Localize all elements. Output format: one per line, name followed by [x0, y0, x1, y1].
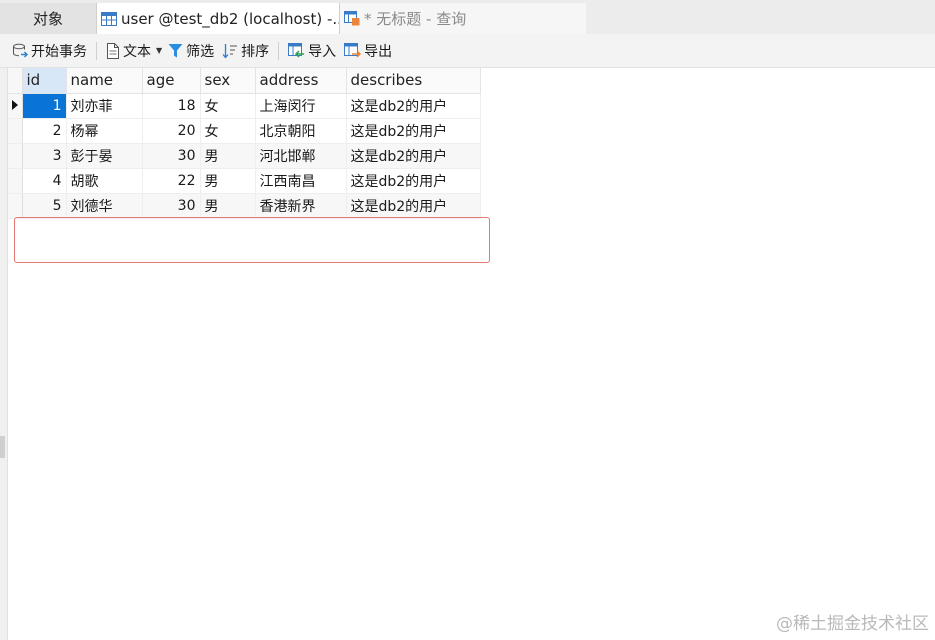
cell-name[interactable]: 彭于晏 [66, 143, 143, 169]
cell-sex[interactable]: 男 [200, 143, 256, 169]
sort-icon [222, 43, 238, 59]
tab-query[interactable]: * 无标题 - 查询 [340, 3, 586, 34]
filter-label: 筛选 [186, 43, 215, 60]
column-header-age[interactable]: age [142, 68, 201, 94]
table-row[interactable]: 5 刘德华 30 男 香港新界 这是db2的用户 [8, 193, 481, 219]
cell-name[interactable]: 胡歌 [66, 168, 143, 194]
table-row[interactable]: 3 彭于晏 30 男 河北邯郸 这是db2的用户 [8, 143, 481, 169]
cell-describes[interactable]: 这是db2的用户 [346, 118, 481, 144]
cell-address[interactable]: 江西南昌 [255, 168, 347, 194]
cell-address[interactable]: 香港新界 [255, 193, 347, 219]
cell-age[interactable]: 30 [142, 193, 201, 219]
toolbar-divider [278, 41, 280, 60]
cell-age[interactable]: 22 [142, 168, 201, 194]
data-grid: id name age sex address describes 1 刘亦菲 … [8, 68, 481, 219]
watermark-text: @稀土掘金技术社区 [776, 614, 929, 634]
tab-query-label: * 无标题 - 查询 [364, 10, 467, 28]
cell-name[interactable]: 刘德华 [66, 193, 143, 219]
row-indicator[interactable] [8, 168, 23, 194]
cell-id[interactable]: 5 [22, 193, 67, 219]
table-row[interactable]: 1 刘亦菲 18 女 上海闵行 这是db2的用户 [8, 93, 481, 119]
toolbar: 开始事务 文本 ▼ 筛选 排序 导入 导出 [0, 34, 935, 68]
column-header-id[interactable]: id [22, 68, 67, 94]
cell-id[interactable]: 3 [22, 143, 67, 169]
text-button[interactable]: 文本 ▼ [106, 38, 162, 64]
cell-age[interactable]: 18 [142, 93, 201, 119]
tab-table-user[interactable]: user @test_db2 (localhost) -... [96, 3, 340, 34]
begin-transaction-button[interactable]: 开始事务 [12, 38, 87, 64]
cell-sex[interactable]: 男 [200, 168, 256, 194]
cell-address[interactable]: 上海闵行 [255, 93, 347, 119]
text-label: 文本 [123, 43, 151, 60]
tab-objects[interactable]: 对象 [0, 3, 96, 34]
cell-name[interactable]: 刘亦菲 [66, 93, 143, 119]
panel-resize-handle[interactable] [0, 436, 5, 458]
document-icon [106, 42, 120, 59]
toolbar-divider [96, 41, 97, 60]
cell-id[interactable]: 4 [22, 168, 67, 194]
row-indicator[interactable] [8, 143, 23, 169]
row-indicator[interactable] [8, 118, 23, 144]
tab-table-label: user @test_db2 (localhost) -... [121, 9, 340, 28]
cell-describes[interactable]: 这是db2的用户 [346, 193, 481, 219]
query-icon [344, 11, 360, 26]
export-icon [344, 42, 362, 59]
export-label: 导出 [364, 43, 393, 60]
filter-icon [168, 43, 183, 59]
filter-button[interactable]: 筛选 [168, 38, 214, 64]
row-indicator-header [8, 68, 23, 94]
export-button[interactable]: 导出 [344, 38, 392, 64]
sort-label: 排序 [241, 43, 270, 60]
column-header-name[interactable]: name [66, 68, 143, 94]
cell-age[interactable]: 20 [142, 118, 201, 144]
left-gutter [0, 68, 8, 640]
table-row[interactable]: 4 胡歌 22 男 江西南昌 这是db2的用户 [8, 168, 481, 194]
chevron-down-icon: ▼ [156, 46, 163, 55]
current-row-arrow-icon [12, 99, 18, 110]
cell-describes[interactable]: 这是db2的用户 [346, 93, 481, 119]
cell-describes[interactable]: 这是db2的用户 [346, 168, 481, 194]
cell-id[interactable]: 2 [22, 118, 67, 144]
import-button[interactable]: 导入 [288, 38, 336, 64]
cell-age[interactable]: 30 [142, 143, 201, 169]
table-icon [101, 11, 117, 26]
cell-sex[interactable]: 女 [200, 118, 256, 144]
cell-address[interactable]: 河北邯郸 [255, 143, 347, 169]
row-indicator[interactable] [8, 193, 23, 219]
column-header-sex[interactable]: sex [200, 68, 256, 94]
data-grid-area: id name age sex address describes 1 刘亦菲 … [0, 68, 935, 640]
import-icon [288, 42, 305, 59]
cell-describes[interactable]: 这是db2的用户 [346, 143, 481, 169]
row-indicator[interactable] [8, 93, 23, 119]
cell-sex[interactable]: 男 [200, 193, 256, 219]
sort-button[interactable]: 排序 [222, 38, 269, 64]
import-label: 导入 [308, 43, 337, 60]
cell-sex[interactable]: 女 [200, 93, 256, 119]
tab-objects-label: 对象 [32, 10, 63, 28]
transaction-icon [12, 43, 28, 59]
cell-address[interactable]: 北京朝阳 [255, 118, 347, 144]
column-header-describes[interactable]: describes [346, 68, 481, 94]
annotation-highlight-box [14, 217, 490, 263]
table-row[interactable]: 2 杨幂 20 女 北京朝阳 这是db2的用户 [8, 118, 481, 144]
begin-transaction-label: 开始事务 [31, 43, 87, 60]
column-header-address[interactable]: address [255, 68, 347, 94]
cell-id[interactable]: 1 [22, 93, 67, 119]
tab-bar: 对象 user @test_db2 (localhost) -... * 无标题… [0, 0, 935, 34]
cell-name[interactable]: 杨幂 [66, 118, 143, 144]
grid-header-row: id name age sex address describes [8, 68, 481, 94]
